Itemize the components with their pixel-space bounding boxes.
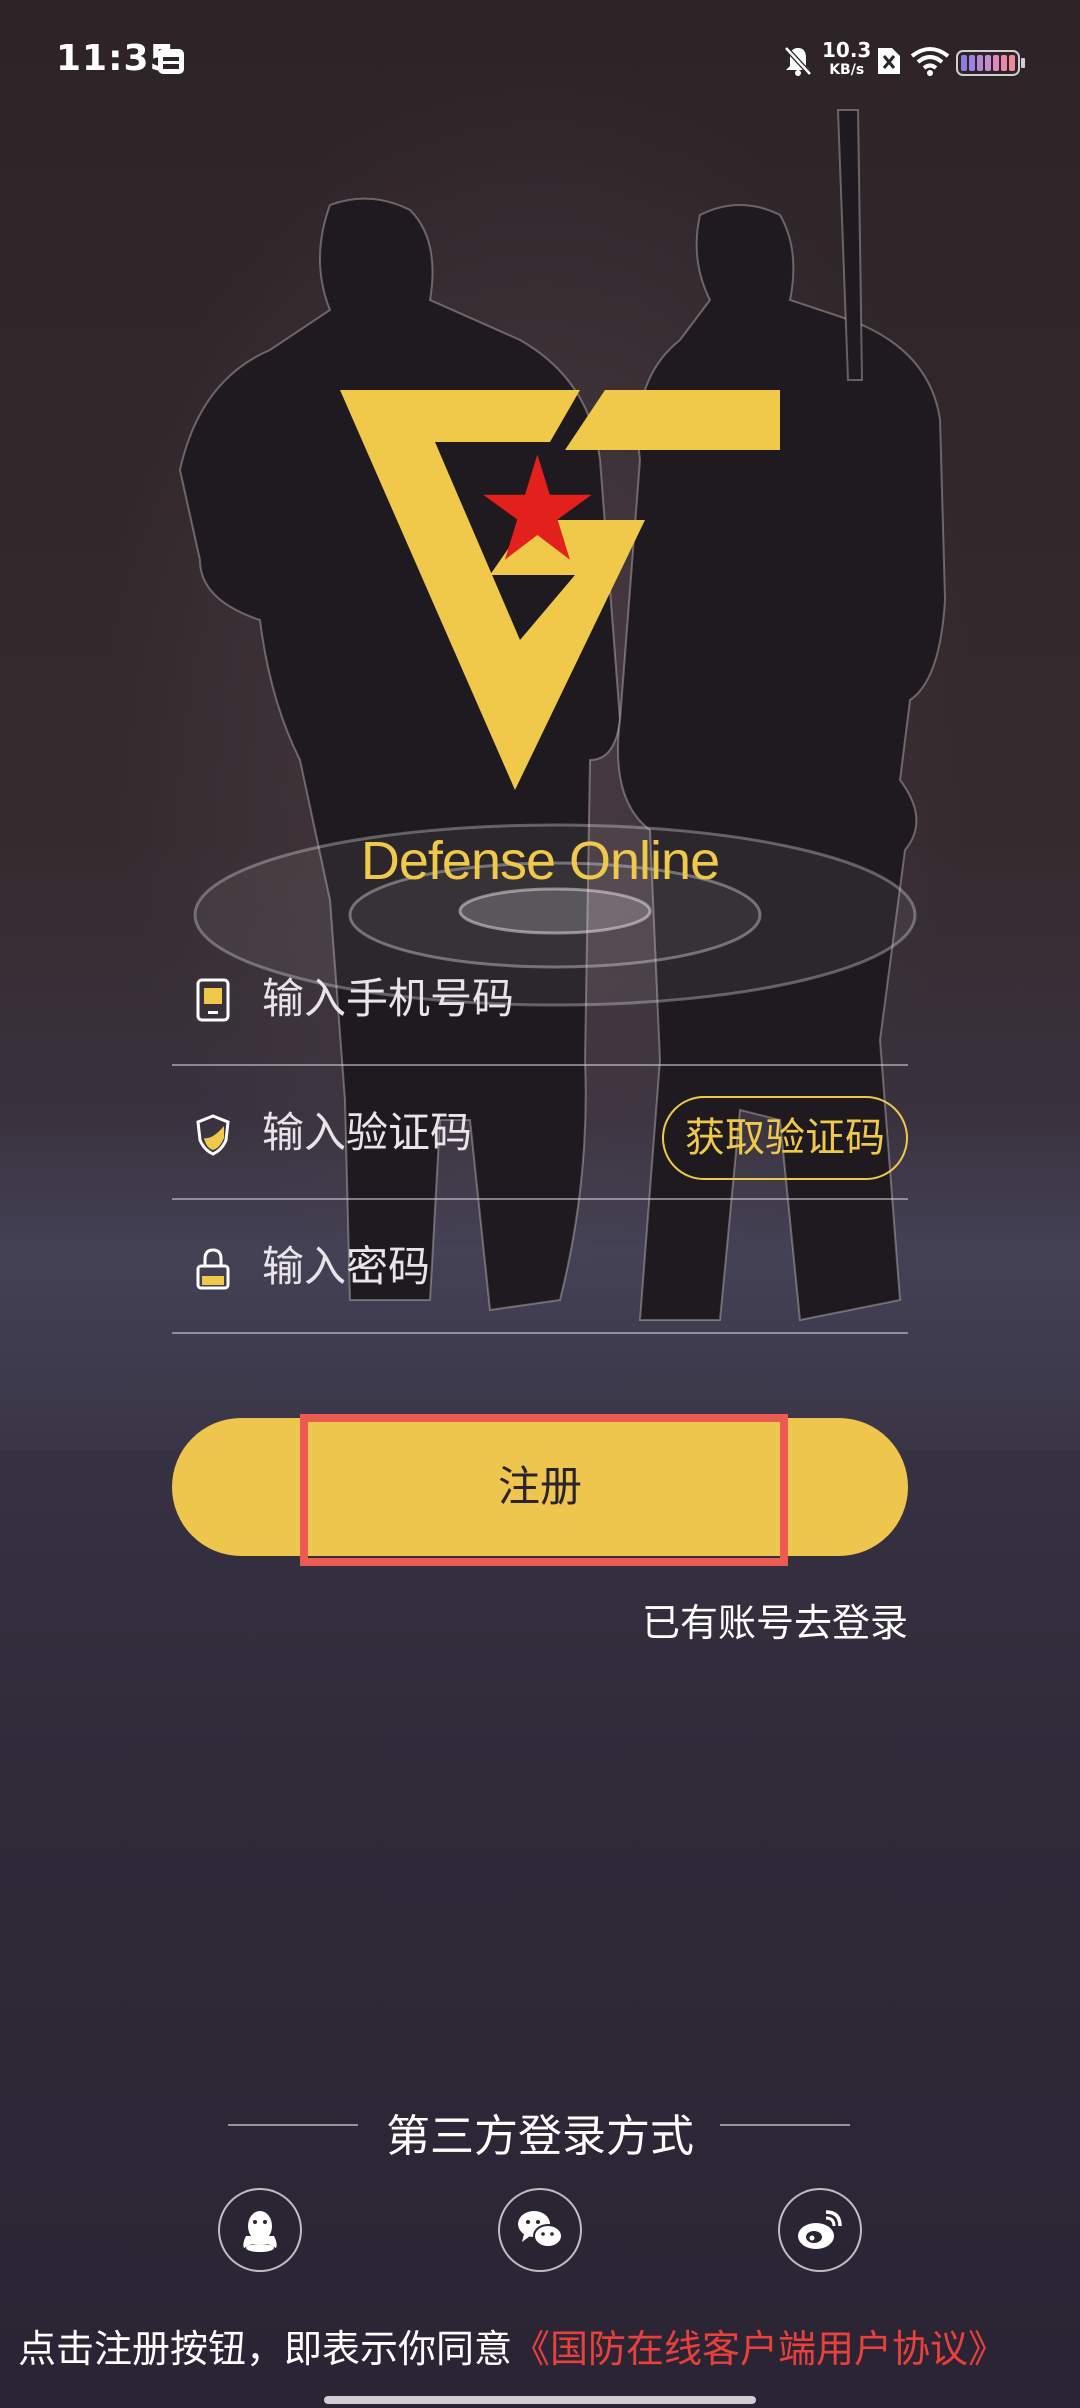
phone-icon: [196, 978, 230, 1022]
brand-name: Defense Online: [360, 831, 720, 891]
agreement-text: 点击注册按钮，即表示你同意《国防在线客户端用户协议》: [18, 2318, 1006, 2373]
password-field: [172, 1200, 908, 1334]
agreement-prefix: 点击注册按钮，即表示你同意: [18, 2327, 513, 2371]
battery-icon: [956, 50, 1025, 76]
third-party-title: 第三方登录方式: [386, 2111, 694, 2162]
defense-online-logo: [340, 390, 780, 790]
sim-x-icon: [878, 48, 900, 74]
phone-field: [172, 932, 908, 1066]
register-button[interactable]: 注册: [172, 1418, 908, 1556]
calendar-icon: [158, 49, 184, 74]
qq-login-button[interactable]: [218, 2188, 302, 2272]
weibo-login-button[interactable]: [778, 2188, 862, 2272]
status-bar: 11:35 10.3 KB/s: [0, 0, 1080, 126]
home-indicator[interactable]: [324, 2396, 756, 2404]
code-input[interactable]: [262, 1102, 642, 1162]
phone-input[interactable]: [262, 968, 742, 1028]
net-speed: 10.3 KB/s: [822, 40, 871, 80]
shield-icon: [196, 1114, 230, 1156]
weibo-icon: [798, 2210, 842, 2249]
lock-icon: [196, 1248, 230, 1290]
go-login-link[interactable]: 已有账号去登录: [642, 1592, 908, 1647]
code-field: 获取验证码: [172, 1066, 908, 1200]
get-code-button[interactable]: 获取验证码: [662, 1096, 908, 1180]
password-input[interactable]: [262, 1236, 742, 1296]
net-speed-value: 10.3: [822, 38, 872, 62]
wechat-login-button[interactable]: [498, 2188, 582, 2272]
divider-right: [720, 2124, 850, 2126]
net-speed-unit: KB/s: [829, 62, 865, 78]
wifi-icon: [910, 47, 950, 76]
mute-bell-icon: [784, 46, 812, 76]
wechat-icon: [518, 2211, 563, 2248]
user-agreement-link[interactable]: 《国防在线客户端用户协议》: [512, 2327, 1006, 2371]
qq-icon: [243, 2211, 277, 2252]
